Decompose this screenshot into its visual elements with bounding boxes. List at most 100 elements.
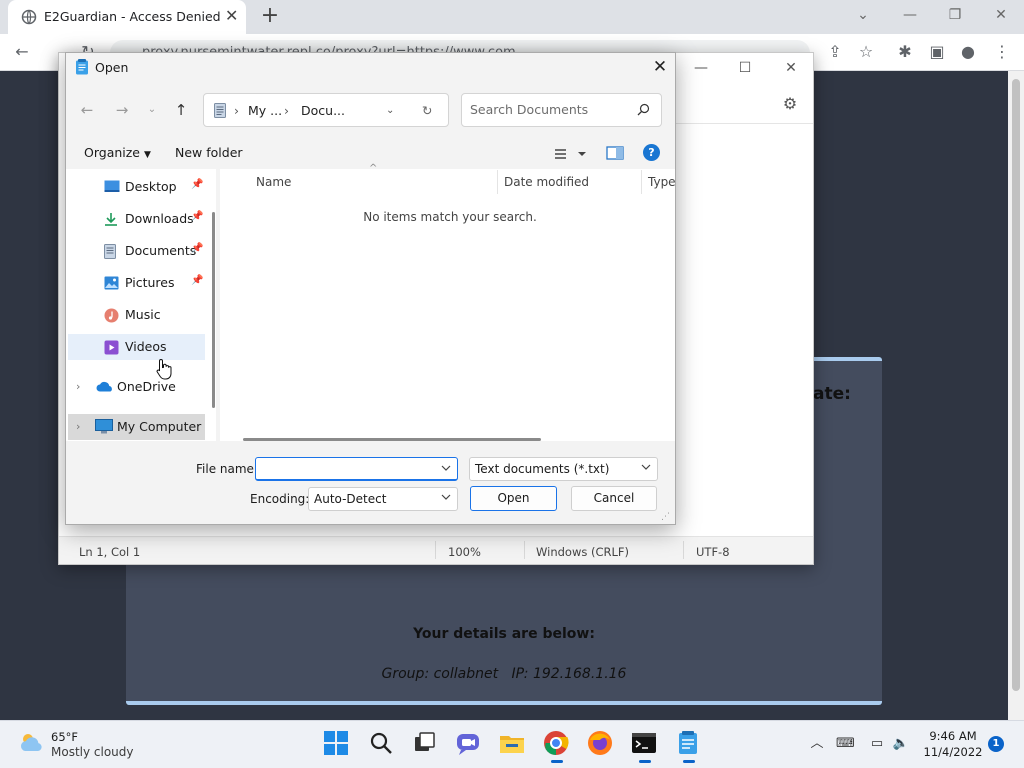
back-arrow-icon[interactable]: ← — [76, 100, 98, 120]
desktop-icon — [104, 180, 120, 193]
sidebar-item-onedrive[interactable]: › OneDrive — [68, 374, 205, 400]
tab-title: E2Guardian - Access Denied — [44, 9, 221, 24]
chevron-right-icon[interactable]: › — [76, 380, 80, 393]
line-endings: Windows (CRLF) — [536, 545, 630, 559]
forward-arrow-icon[interactable]: → — [111, 100, 133, 120]
search-taskbar-icon[interactable] — [368, 730, 396, 758]
breadcrumb-item[interactable]: Docu... — [301, 103, 345, 118]
column-header-date-modified[interactable]: Date modified — [504, 175, 589, 189]
dialog-title: Open — [95, 60, 129, 75]
open-button[interactable]: Open — [470, 486, 557, 511]
search-input[interactable] — [470, 102, 630, 117]
restore-icon[interactable]: ❐ — [935, 4, 975, 26]
cancel-button[interactable]: Cancel — [571, 486, 657, 511]
extensions-icon[interactable]: ✱ — [895, 42, 915, 62]
view-options-icon[interactable] — [552, 145, 588, 163]
file-encoding: UTF-8 — [696, 545, 730, 559]
chevron-down-icon[interactable] — [641, 462, 651, 472]
network-icon[interactable]: ▭ — [868, 736, 886, 752]
sidebar-item-desktop[interactable]: Desktop 📌 — [68, 174, 205, 200]
column-header-type[interactable]: Type — [648, 175, 676, 189]
sort-ascending-icon: ^ — [369, 163, 378, 174]
file-name-input[interactable] — [262, 461, 432, 475]
firefox-icon[interactable] — [587, 730, 615, 758]
task-view-icon[interactable] — [411, 730, 439, 758]
recent-locations-icon[interactable]: ⌄ — [141, 100, 163, 120]
zoom-level: 100% — [448, 545, 481, 559]
keyboard-icon[interactable]: ⌨ — [836, 736, 855, 752]
encoding-label: Encoding: — [250, 492, 310, 506]
notepad-close-icon[interactable]: ✕ — [776, 58, 806, 78]
chevron-down-icon[interactable] — [441, 463, 451, 473]
close-window-icon[interactable]: ✕ — [981, 4, 1021, 26]
terminal-icon[interactable] — [631, 730, 659, 763]
refresh-icon[interactable]: ↻ — [422, 103, 432, 118]
chat-icon[interactable] — [455, 730, 483, 758]
clock-date[interactable]: 11/4/2022 — [922, 745, 984, 759]
computer-icon — [95, 419, 113, 434]
bookmark-star-icon[interactable]: ☆ — [856, 42, 876, 62]
search-icon[interactable] — [637, 103, 650, 116]
pin-icon: 📌 — [191, 179, 204, 190]
onedrive-icon — [96, 381, 114, 392]
organize-button[interactable]: Organize ▼ — [84, 145, 151, 160]
notepad-taskbar-icon[interactable] — [675, 730, 703, 763]
notepad-maximize-icon[interactable]: ☐ — [730, 58, 760, 78]
file-name-combobox[interactable] — [255, 457, 458, 481]
file-type-select[interactable]: Text documents (*.txt) — [469, 457, 658, 481]
column-header-name[interactable]: Name — [256, 175, 291, 189]
volume-icon[interactable]: 🔈 — [892, 736, 910, 752]
page-scrollbar[interactable] — [1008, 71, 1024, 720]
chevron-down-icon[interactable]: ⌄ — [386, 105, 394, 116]
file-list-scrollbar[interactable] — [243, 438, 541, 441]
new-folder-button[interactable]: New folder — [175, 145, 243, 160]
nav-pane-scrollbar[interactable] — [212, 212, 215, 408]
gear-icon[interactable]: ⚙ — [780, 94, 800, 114]
videos-icon — [104, 340, 119, 355]
profile-avatar-icon[interactable]: ● — [958, 42, 978, 62]
sidebar-item-my-computer[interactable]: › My Computer — [68, 414, 205, 440]
weather-description[interactable]: Mostly cloudy — [51, 745, 134, 759]
browser-tab[interactable]: E2Guardian - Access Denied ✕ — [8, 0, 246, 34]
back-icon[interactable]: ← — [12, 42, 32, 62]
tab-search-icon[interactable]: ⌄ — [843, 4, 883, 26]
tab-close-icon[interactable]: ✕ — [225, 8, 238, 24]
encoding-select[interactable]: Auto-Detect — [308, 487, 458, 511]
start-icon[interactable] — [323, 730, 351, 758]
empty-results-message: No items match your search. — [363, 210, 537, 224]
dialog-close-icon[interactable]: ✕ — [648, 56, 672, 78]
sidebar-item-documents[interactable]: Documents 📌 — [68, 238, 205, 264]
search-field[interactable] — [461, 93, 662, 127]
breadcrumb-item[interactable]: My ... — [248, 103, 282, 118]
sidebar-item-music[interactable]: Music — [68, 302, 205, 328]
minimize-icon[interactable]: — — [890, 4, 930, 26]
help-icon[interactable]: ? — [643, 144, 660, 161]
details-title: Your details are below: — [413, 626, 595, 642]
side-panel-icon[interactable]: ▣ — [927, 42, 947, 62]
weather-temperature[interactable]: 65°F — [51, 730, 78, 744]
pin-icon: 📌 — [191, 211, 204, 222]
chevron-down-icon[interactable] — [441, 492, 451, 502]
new-tab-button[interactable]: + — [258, 5, 282, 29]
file-explorer-icon[interactable] — [499, 730, 527, 758]
sidebar-item-pictures[interactable]: Pictures 📌 — [68, 270, 205, 296]
preview-pane-icon[interactable] — [606, 145, 626, 161]
notepad-minimize-icon[interactable]: — — [686, 58, 716, 78]
more-menu-icon[interactable]: ⋮ — [992, 42, 1012, 62]
chrome-icon[interactable] — [543, 730, 571, 763]
sidebar-item-videos[interactable]: Videos — [68, 334, 205, 360]
share-icon[interactable]: ⇪ — [825, 42, 845, 62]
denied-heading: ate: — [813, 384, 851, 404]
notification-badge[interactable]: 1 — [988, 736, 1004, 752]
resize-grip-icon[interactable]: ⋰ — [661, 512, 670, 522]
sidebar-item-downloads[interactable]: Downloads 📌 — [68, 206, 205, 232]
weather-cloud-icon[interactable] — [18, 731, 44, 753]
chevron-right-icon[interactable]: › — [76, 420, 80, 433]
up-arrow-icon[interactable]: ↑ — [170, 100, 192, 120]
caret-down-icon: ▼ — [143, 150, 151, 160]
scrollbar-thumb[interactable] — [1012, 79, 1020, 691]
location-bar[interactable]: › My ... › Docu... ⌄ ↻ — [203, 93, 449, 127]
tray-overflow-chevron-icon[interactable]: ︿ — [808, 736, 826, 752]
hand-cursor-icon — [156, 358, 172, 380]
clock-time[interactable]: 9:46 AM — [922, 729, 984, 743]
